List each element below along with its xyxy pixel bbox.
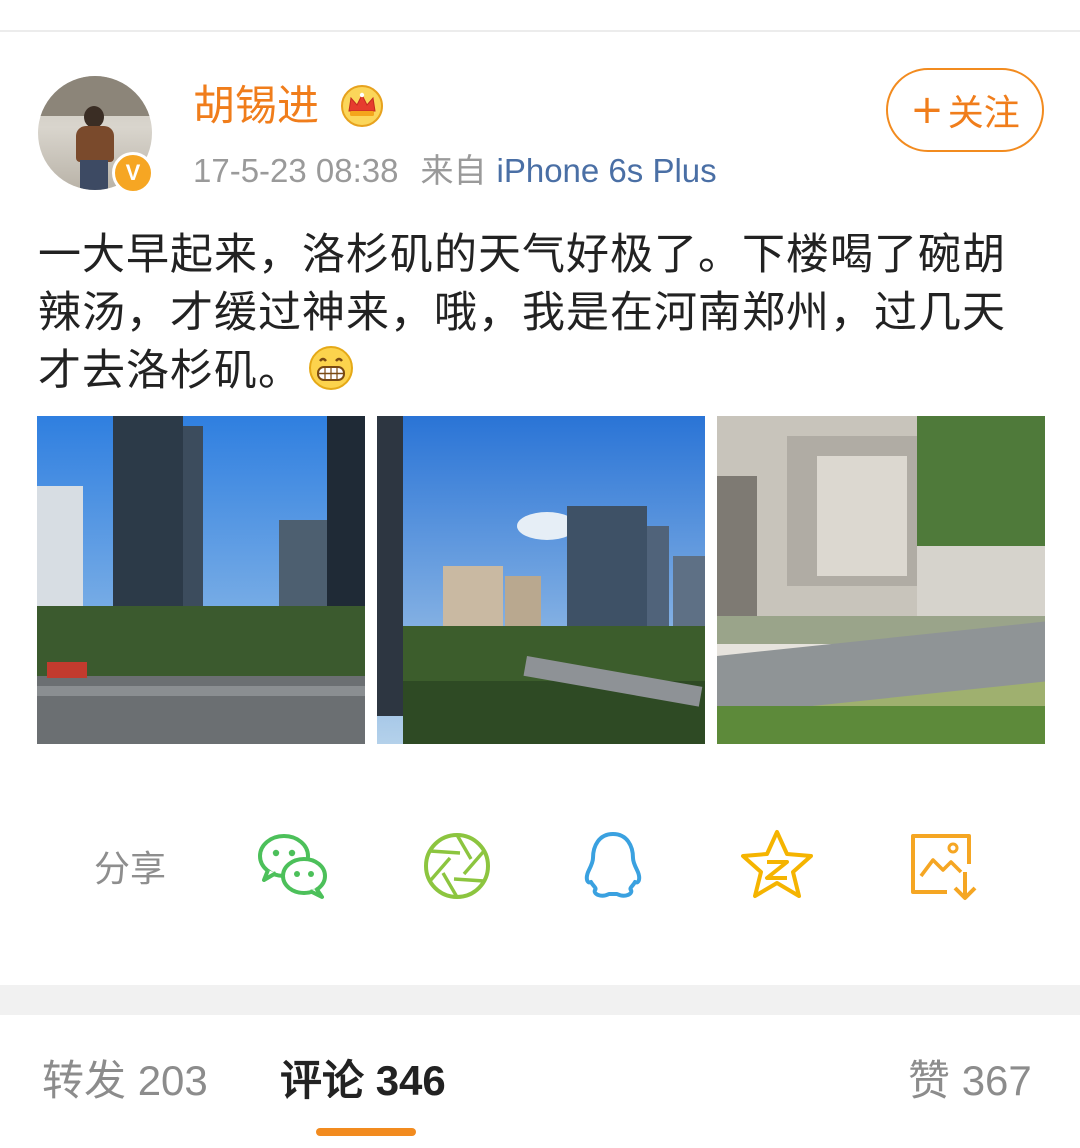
qq-icon[interactable] xyxy=(573,826,653,906)
source-label: 来自 xyxy=(420,151,487,190)
grin-emoji xyxy=(309,346,353,390)
photo-2[interactable] xyxy=(377,416,705,744)
post-text: 一大早起来，洛杉矶的天气好极了。下楼喝了碗胡辣汤，才缓过神来，哦，我是在河南郑州… xyxy=(38,226,1048,400)
section-divider xyxy=(0,985,1080,1015)
post-body: 一大早起来，洛杉矶的天气好极了。下楼喝了碗胡辣汤，才缓过神来，哦，我是在河南郑州… xyxy=(38,230,1006,396)
follow-button[interactable]: + 关注 xyxy=(886,68,1044,152)
tab-likes-label: 赞 xyxy=(908,1056,951,1105)
tab-likes[interactable]: 赞 367 xyxy=(908,1053,1032,1109)
source-device-link[interactable]: iPhone 6s Plus xyxy=(497,152,717,189)
save-image-icon[interactable] xyxy=(903,826,983,906)
crown-icon xyxy=(341,85,383,127)
photo-grid xyxy=(37,416,1045,744)
tab-bar: 转发 203 评论 346 赞 367 xyxy=(0,1015,1080,1148)
verified-badge-icon: V xyxy=(112,152,154,194)
share-label: 分享 xyxy=(94,849,167,890)
tab-repost-label: 转发 xyxy=(42,1056,127,1105)
photo-3[interactable] xyxy=(717,416,1045,744)
top-divider xyxy=(0,30,1080,32)
post-meta: 17-5-23 08:38 来自 iPhone 6s Plus xyxy=(193,150,717,192)
qzone-icon[interactable] xyxy=(737,826,817,906)
post-timestamp: 17-5-23 08:38 xyxy=(193,152,399,189)
share-row: 分享 xyxy=(0,820,1080,910)
tab-likes-count: 367 xyxy=(961,1057,1032,1104)
tab-repost[interactable]: 转发 203 xyxy=(42,1053,208,1109)
tab-comments-label: 评论 xyxy=(280,1056,365,1105)
tab-repost-count: 203 xyxy=(137,1057,208,1104)
tab-comments-count: 346 xyxy=(375,1057,446,1104)
wechat-icon[interactable] xyxy=(252,826,332,906)
active-tab-indicator xyxy=(316,1128,416,1136)
photo-1[interactable] xyxy=(37,416,365,744)
plus-icon: + xyxy=(910,87,944,133)
tab-comments[interactable]: 评论 346 xyxy=(280,1053,446,1109)
follow-label: 关注 xyxy=(947,93,1020,134)
author-name[interactable]: 胡锡进 xyxy=(193,80,319,132)
wechat-moments-icon[interactable] xyxy=(417,826,497,906)
